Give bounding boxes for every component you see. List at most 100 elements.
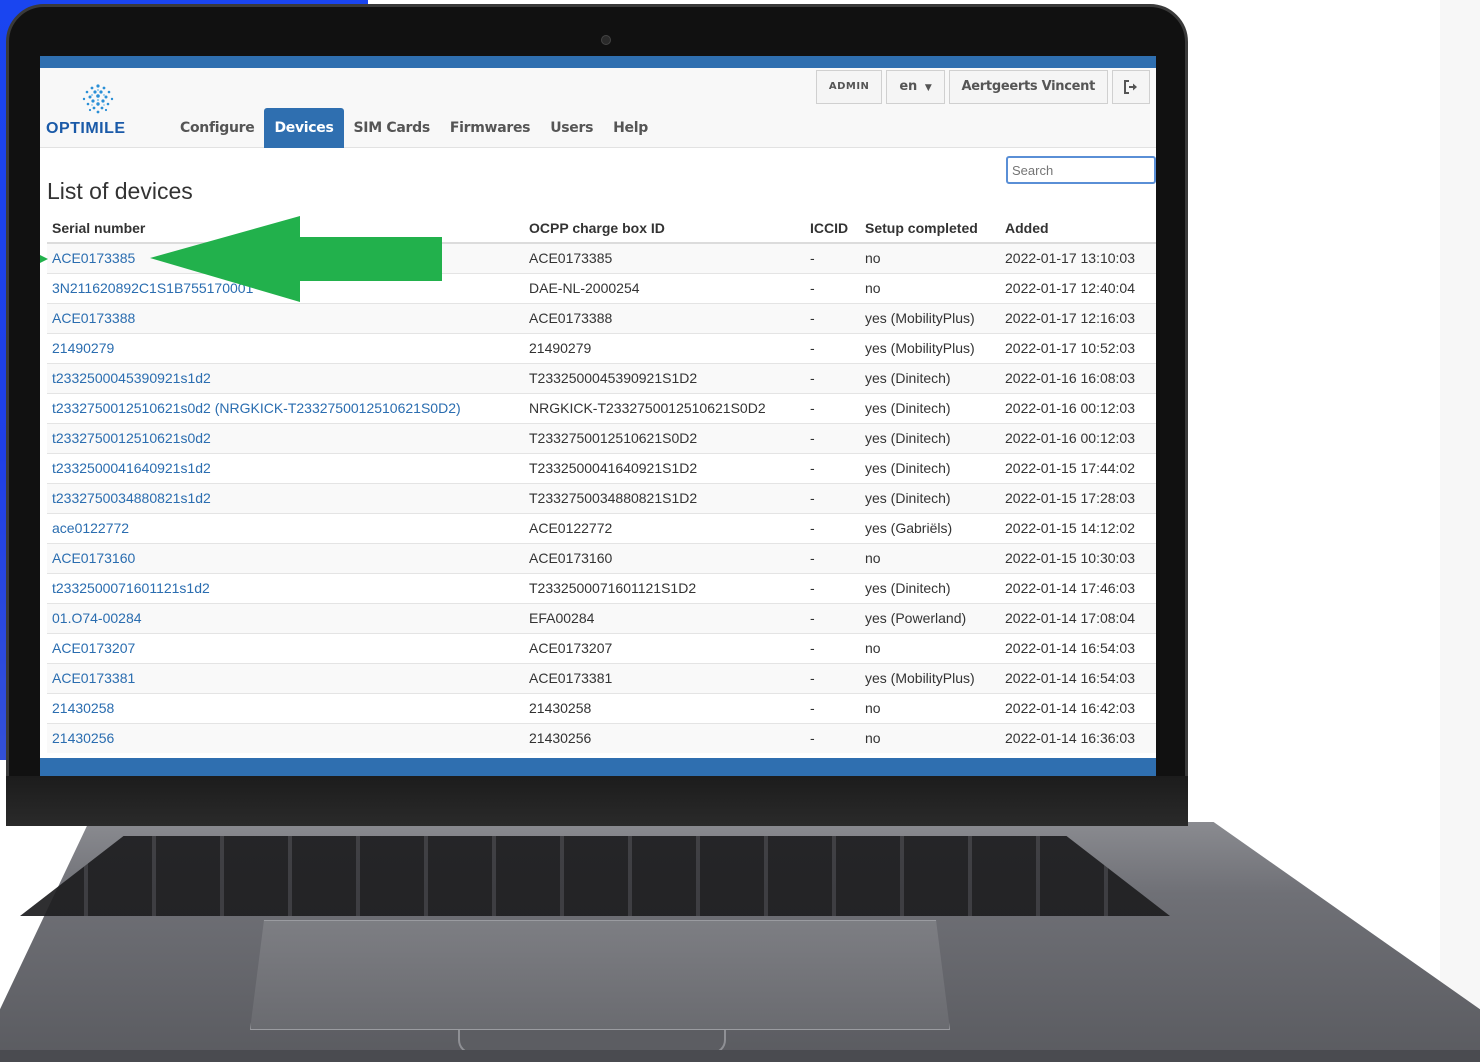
cell-setup-completed: yes (Dinitech) xyxy=(860,422,1000,453)
nav-devices[interactable]: Devices xyxy=(264,108,344,148)
table-row[interactable]: t2332750012510621s0d2 T2332750012510621S0… xyxy=(47,422,1156,453)
table-row[interactable]: 01.O74-00284 EFA00284- yes (Powerland) 2022… xyxy=(47,602,1156,633)
cell-ocpp-id: 21490279 xyxy=(524,332,805,363)
cell-added: 2022-01-15 17:44:02 xyxy=(1000,452,1156,483)
table-row[interactable]: ACE0173160 ACE0173160- no 2022-01-15 10:30:… xyxy=(47,542,1156,573)
table-row[interactable]: 21430258 21430258- no 2022-01-14 16:42:03 xyxy=(47,692,1156,723)
navbar: OPTIMILE Configure Devices SIM Cards Fir… xyxy=(40,68,1156,148)
laptop-base-edge xyxy=(0,1050,1480,1062)
table-row[interactable]: t2332750012510621s0d2 (NRGKICK-T23327500… xyxy=(47,392,1156,423)
logo-text: OPTIMILE xyxy=(46,120,126,137)
device-serial-link[interactable]: t2332750034880821s1d2 xyxy=(52,490,211,506)
table-row[interactable]: ace0122772 ACE0122772- yes (Gabriëls) 2022-… xyxy=(47,512,1156,543)
cell-added: 2022-01-15 17:28:03 xyxy=(1000,482,1156,513)
device-serial-link[interactable]: ACE0173385 xyxy=(52,250,135,266)
cell-iccid: - xyxy=(805,722,860,753)
nav-help[interactable]: Help xyxy=(603,108,658,148)
device-serial-link[interactable]: ACE0173381 xyxy=(52,670,135,686)
header-setup-completed[interactable]: Setup completed xyxy=(860,213,1000,244)
cell-serial-number: ace0122772 xyxy=(47,512,524,543)
header-ocpp-id[interactable]: OCPP charge box ID xyxy=(524,213,805,244)
cell-serial-number: 21430256 xyxy=(47,722,524,753)
cell-iccid: - xyxy=(805,242,860,273)
admin-button[interactable]: ADMIN xyxy=(815,70,883,104)
logout-button[interactable] xyxy=(1112,70,1150,104)
bottom-accent-bar xyxy=(40,758,1156,776)
device-serial-link[interactable]: ACE0173388 xyxy=(52,310,135,326)
nav-sim-cards[interactable]: SIM Cards xyxy=(344,108,440,148)
cell-ocpp-id: T2332500045390921S1D2 xyxy=(524,362,805,393)
cell-ocpp-id: ACE0173207 xyxy=(524,632,805,663)
caret-down-icon: ▼ xyxy=(924,83,932,93)
table-row[interactable]: 21490279 21490279- yes (MobilityPlus) 2022-… xyxy=(47,332,1156,363)
cell-ocpp-id: ACE0122772 xyxy=(524,512,805,543)
cell-setup-completed: yes (Dinitech) xyxy=(860,452,1000,483)
device-serial-link[interactable]: t2332500045390921s1d2 xyxy=(52,370,211,386)
device-serial-link[interactable]: 21490279 xyxy=(52,340,114,356)
cell-added: 2022-01-14 17:08:04 xyxy=(1000,602,1156,633)
cell-serial-number: t2332500045390921s1d2 xyxy=(47,362,524,393)
cell-iccid: - xyxy=(805,662,860,693)
cell-added: 2022-01-14 16:54:03 xyxy=(1000,632,1156,663)
cell-added: 2022-01-17 13:10:03 xyxy=(1000,242,1156,273)
device-serial-link[interactable]: 21430258 xyxy=(52,700,114,716)
table-row[interactable]: 21430256 21430256- no 2022-01-14 16:36:03 xyxy=(47,722,1156,753)
laptop-lid-bezel xyxy=(6,776,1188,826)
camera-icon xyxy=(601,35,611,45)
cell-ocpp-id: ACE0173160 xyxy=(524,542,805,573)
device-serial-link[interactable]: t2332750012510621s0d2 xyxy=(52,430,211,446)
device-serial-link[interactable]: 21430256 xyxy=(52,730,114,746)
search-box xyxy=(1006,156,1156,184)
cell-ocpp-id: DAE-NL-2000254 xyxy=(524,272,805,303)
cell-serial-number: ACE0173388 xyxy=(47,302,524,333)
nav-configure[interactable]: Configure xyxy=(170,108,264,148)
cell-iccid: - xyxy=(805,362,860,393)
table-row[interactable]: t2332500045390921s1d2 T2332500045390921S1… xyxy=(47,362,1156,393)
device-serial-link[interactable]: 01.O74-00284 xyxy=(52,610,142,626)
cell-added: 2022-01-14 16:54:03 xyxy=(1000,662,1156,693)
table-row[interactable]: t2332750034880821s1d2 T2332750034880821S1… xyxy=(47,482,1156,513)
cell-serial-number: 01.O74-00284 xyxy=(47,602,524,633)
cell-iccid: - xyxy=(805,302,860,333)
device-serial-link[interactable]: ace0122772 xyxy=(52,520,129,536)
language-dropdown[interactable]: en ▼ xyxy=(886,70,945,104)
cell-ocpp-id: T2332750034880821S1D2 xyxy=(524,482,805,513)
laptop-keyboard xyxy=(20,836,1170,916)
table-row[interactable]: t2332500071601121s1d2 T2332500071601121S1… xyxy=(47,572,1156,603)
cell-setup-completed: no xyxy=(860,692,1000,723)
row-marker-icon xyxy=(40,255,48,263)
logo-dots-icon xyxy=(82,84,114,114)
cell-ocpp-id: T2332750012510621S0D2 xyxy=(524,422,805,453)
nav-users[interactable]: Users xyxy=(540,108,603,148)
search-input[interactable] xyxy=(1006,156,1156,184)
nav-firmwares[interactable]: Firmwares xyxy=(440,108,540,148)
laptop-trackpad xyxy=(250,920,950,1030)
cell-iccid: - xyxy=(805,572,860,603)
cell-setup-completed: no xyxy=(860,272,1000,303)
table-row[interactable]: t2332500041640921s1d2 T2332500041640921S1… xyxy=(47,452,1156,483)
device-serial-link[interactable]: t2332500071601121s1d2 xyxy=(52,580,210,596)
device-serial-link[interactable]: ACE0173207 xyxy=(52,640,135,656)
cell-ocpp-id: NRGKICK-T2332750012510621S0D2 xyxy=(524,392,805,423)
cell-ocpp-id: ACE0173388 xyxy=(524,302,805,333)
cell-added: 2022-01-16 00:12:03 xyxy=(1000,392,1156,423)
cell-iccid: - xyxy=(805,542,860,573)
table-body: ACE0173385 ACE0173385- no 2022-01-17 13:10:… xyxy=(47,242,1156,753)
cell-iccid: - xyxy=(805,512,860,543)
cell-serial-number: ACE0173160 xyxy=(47,542,524,573)
table-row[interactable]: ACE0173388 ACE0173388- yes (MobilityPlus) 2… xyxy=(47,302,1156,333)
header-iccid[interactable]: ICCID xyxy=(805,213,860,244)
background-right-panel xyxy=(1440,0,1480,1062)
table-row[interactable]: ACE0173207 ACE0173207- no 2022-01-14 16:54:… xyxy=(47,632,1156,663)
table-row[interactable]: ACE0173381 ACE0173381- yes (MobilityPlus) 2… xyxy=(47,662,1156,693)
cell-setup-completed: no xyxy=(860,722,1000,753)
user-menu-button[interactable]: Aertgeerts Vincent xyxy=(948,70,1108,104)
header-added[interactable]: Added xyxy=(1000,213,1156,244)
device-serial-link[interactable]: t2332500041640921s1d2 xyxy=(52,460,211,476)
cell-setup-completed: yes (MobilityPlus) xyxy=(860,302,1000,333)
cell-added: 2022-01-14 17:46:03 xyxy=(1000,572,1156,603)
optimile-logo[interactable]: OPTIMILE xyxy=(46,82,146,138)
cell-ocpp-id: ACE0173385 xyxy=(524,242,805,273)
device-serial-link[interactable]: t2332750012510621s0d2 (NRGKICK-T23327500… xyxy=(52,400,461,416)
device-serial-link[interactable]: ACE0173160 xyxy=(52,550,135,566)
